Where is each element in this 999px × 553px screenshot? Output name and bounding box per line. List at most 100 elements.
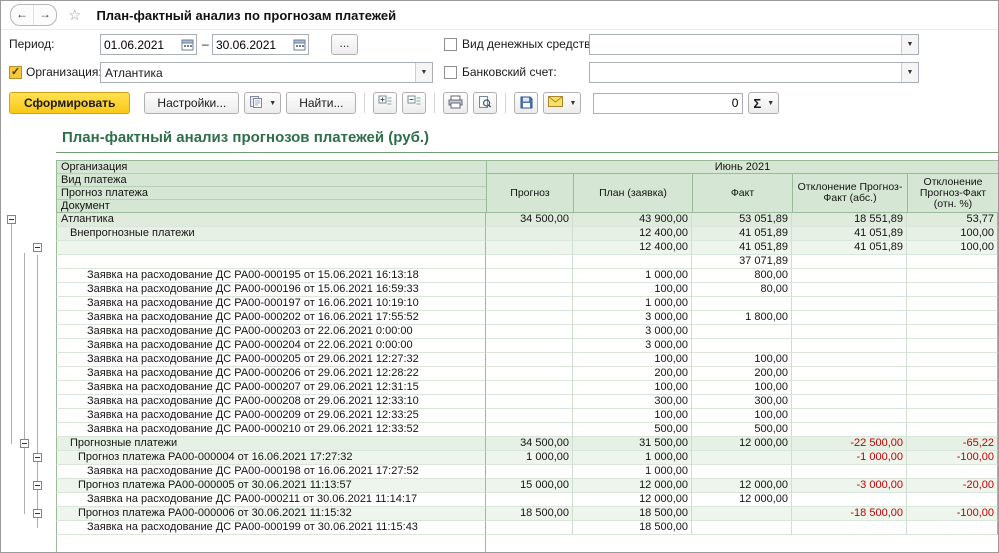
cell-plan[interactable]: 1 000,00 xyxy=(573,269,692,283)
row-label[interactable]: Атлантика xyxy=(56,213,486,227)
settings-button[interactable]: Настройки... xyxy=(144,92,239,114)
cell-deviation-rel[interactable] xyxy=(907,353,998,367)
cell-deviation-abs[interactable]: -18 500,00 xyxy=(792,507,907,521)
cell-deviation-rel[interactable] xyxy=(907,409,998,423)
header-dim-organization[interactable]: Организация xyxy=(57,161,486,174)
cell-fact[interactable]: 53 051,89 xyxy=(692,213,792,227)
cell-forecast[interactable] xyxy=(486,311,573,325)
cell-deviation-abs[interactable]: -22 500,00 xyxy=(792,437,907,451)
cell-plan[interactable]: 12 400,00 xyxy=(573,227,692,241)
cell-deviation-rel[interactable] xyxy=(907,311,998,325)
cell-plan[interactable]: 3 000,00 xyxy=(573,325,692,339)
cell-fact[interactable]: 100,00 xyxy=(692,381,792,395)
cell-plan[interactable]: 300,00 xyxy=(573,395,692,409)
cell-deviation-rel[interactable] xyxy=(907,381,998,395)
cell-forecast[interactable] xyxy=(486,283,573,297)
cell-forecast[interactable]: 15 000,00 xyxy=(486,479,573,493)
cell-forecast[interactable] xyxy=(486,353,573,367)
cell-fact[interactable]: 800,00 xyxy=(692,269,792,283)
col-header-deviation-rel[interactable]: Отклонение Прогноз-Факт (отн. %) xyxy=(908,174,999,213)
cell-deviation-rel[interactable] xyxy=(907,423,998,437)
cell-deviation-rel[interactable] xyxy=(907,297,998,311)
cell-forecast[interactable] xyxy=(486,339,573,353)
header-dim-payment-forecast[interactable]: Прогноз платежа xyxy=(57,187,486,200)
row-label[interactable]: Заявка на расходование ДС РА00-000208 от… xyxy=(56,395,486,409)
cell-fact[interactable]: 200,00 xyxy=(692,367,792,381)
cell-deviation-abs[interactable] xyxy=(792,521,907,535)
row-label[interactable]: Заявка на расходование ДС РА00-000211 от… xyxy=(56,493,486,507)
cell-deviation-rel[interactable] xyxy=(907,269,998,283)
cell-forecast[interactable] xyxy=(486,325,573,339)
cell-fact[interactable] xyxy=(692,507,792,521)
find-button[interactable]: Найти... xyxy=(286,92,356,114)
cell-plan[interactable]: 100,00 xyxy=(573,381,692,395)
header-dim-payment-type[interactable]: Вид платежа xyxy=(57,174,486,187)
row-label[interactable]: Заявка на расходование ДС РА00-000198 от… xyxy=(56,465,486,479)
row-label[interactable]: Заявка на расходование ДС РА00-000206 от… xyxy=(56,367,486,381)
cell-forecast[interactable] xyxy=(486,255,573,269)
row-label[interactable]: Заявка на расходование ДС РА00-000210 от… xyxy=(56,423,486,437)
row-label[interactable]: Заявка на расходование ДС РА00-000205 от… xyxy=(56,353,486,367)
cell-deviation-rel[interactable] xyxy=(907,493,998,507)
row-label[interactable]: Заявка на расходование ДС РА00-000209 от… xyxy=(56,409,486,423)
cell-plan[interactable]: 1 000,00 xyxy=(573,297,692,311)
row-label[interactable] xyxy=(56,255,486,269)
cell-forecast[interactable]: 18 500,00 xyxy=(486,507,573,521)
cell-plan[interactable]: 100,00 xyxy=(573,353,692,367)
cell-plan[interactable]: 18 500,00 xyxy=(573,521,692,535)
cell-deviation-abs[interactable] xyxy=(792,423,907,437)
save-button[interactable] xyxy=(514,92,538,114)
row-label[interactable]: Заявка на расходование ДС РА00-000207 от… xyxy=(56,381,486,395)
cell-forecast[interactable]: 34 500,00 xyxy=(486,437,573,451)
back-button[interactable]: ← xyxy=(11,5,33,25)
col-header-deviation-abs[interactable]: Отклонение Прогноз-Факт (абс.) xyxy=(793,174,908,213)
cell-plan[interactable]: 3 000,00 xyxy=(573,339,692,353)
cell-fact[interactable] xyxy=(692,325,792,339)
cell-fact[interactable]: 12 000,00 xyxy=(692,493,792,507)
cell-fact[interactable]: 1 800,00 xyxy=(692,311,792,325)
cell-plan[interactable]: 100,00 xyxy=(573,283,692,297)
print-preview-button[interactable] xyxy=(473,92,497,114)
report-variants-button[interactable]: ▼ xyxy=(244,92,281,114)
cell-fact[interactable]: 12 000,00 xyxy=(692,479,792,493)
row-label[interactable] xyxy=(56,241,486,255)
cell-deviation-rel[interactable]: -100,00 xyxy=(907,507,998,521)
cell-plan[interactable]: 1 000,00 xyxy=(573,465,692,479)
row-label[interactable]: Заявка на расходование ДС РА00-000202 от… xyxy=(56,311,486,325)
forward-button[interactable]: → xyxy=(33,5,56,25)
row-label[interactable]: Прогноз платежа РА00-000004 от 16.06.202… xyxy=(56,451,486,465)
collapse-toggle[interactable] xyxy=(33,243,42,252)
cell-forecast[interactable] xyxy=(486,241,573,255)
cell-deviation-rel[interactable] xyxy=(907,465,998,479)
cell-deviation-abs[interactable] xyxy=(792,255,907,269)
cell-fact[interactable] xyxy=(692,465,792,479)
cell-fact[interactable]: 37 071,89 xyxy=(692,255,792,269)
cell-fact[interactable] xyxy=(692,451,792,465)
cell-deviation-rel[interactable] xyxy=(907,367,998,381)
row-label[interactable]: Заявка на расходование ДС РА00-000195 от… xyxy=(56,269,486,283)
cell-deviation-rel[interactable]: -20,00 xyxy=(907,479,998,493)
collapse-toggle[interactable] xyxy=(33,509,42,518)
row-label[interactable]: Прогнозные платежи xyxy=(56,437,486,451)
period-options-button[interactable]: ... xyxy=(331,34,358,55)
cell-plan[interactable]: 31 500,00 xyxy=(573,437,692,451)
cell-plan[interactable]: 1 000,00 xyxy=(573,451,692,465)
cell-fact[interactable]: 80,00 xyxy=(692,283,792,297)
cell-forecast[interactable]: 1 000,00 xyxy=(486,451,573,465)
cell-deviation-abs[interactable] xyxy=(792,339,907,353)
cell-forecast[interactable] xyxy=(486,395,573,409)
cell-deviation-abs[interactable] xyxy=(792,395,907,409)
cell-forecast[interactable] xyxy=(486,423,573,437)
cell-plan[interactable]: 12 000,00 xyxy=(573,493,692,507)
header-period[interactable]: Июнь 2021 xyxy=(487,161,999,174)
chevron-down-icon[interactable]: ▼ xyxy=(901,35,918,54)
chevron-down-icon[interactable]: ▼ xyxy=(901,63,918,82)
bank-account-checkbox[interactable] xyxy=(444,66,457,79)
cell-deviation-abs[interactable] xyxy=(792,325,907,339)
cell-deviation-abs[interactable] xyxy=(792,353,907,367)
generate-button[interactable]: Сформировать xyxy=(9,92,130,114)
cell-forecast[interactable] xyxy=(486,269,573,283)
autosum-button[interactable]: Σ ▼ xyxy=(748,92,779,114)
cell-plan[interactable] xyxy=(573,255,692,269)
cell-deviation-abs[interactable]: -1 000,00 xyxy=(792,451,907,465)
